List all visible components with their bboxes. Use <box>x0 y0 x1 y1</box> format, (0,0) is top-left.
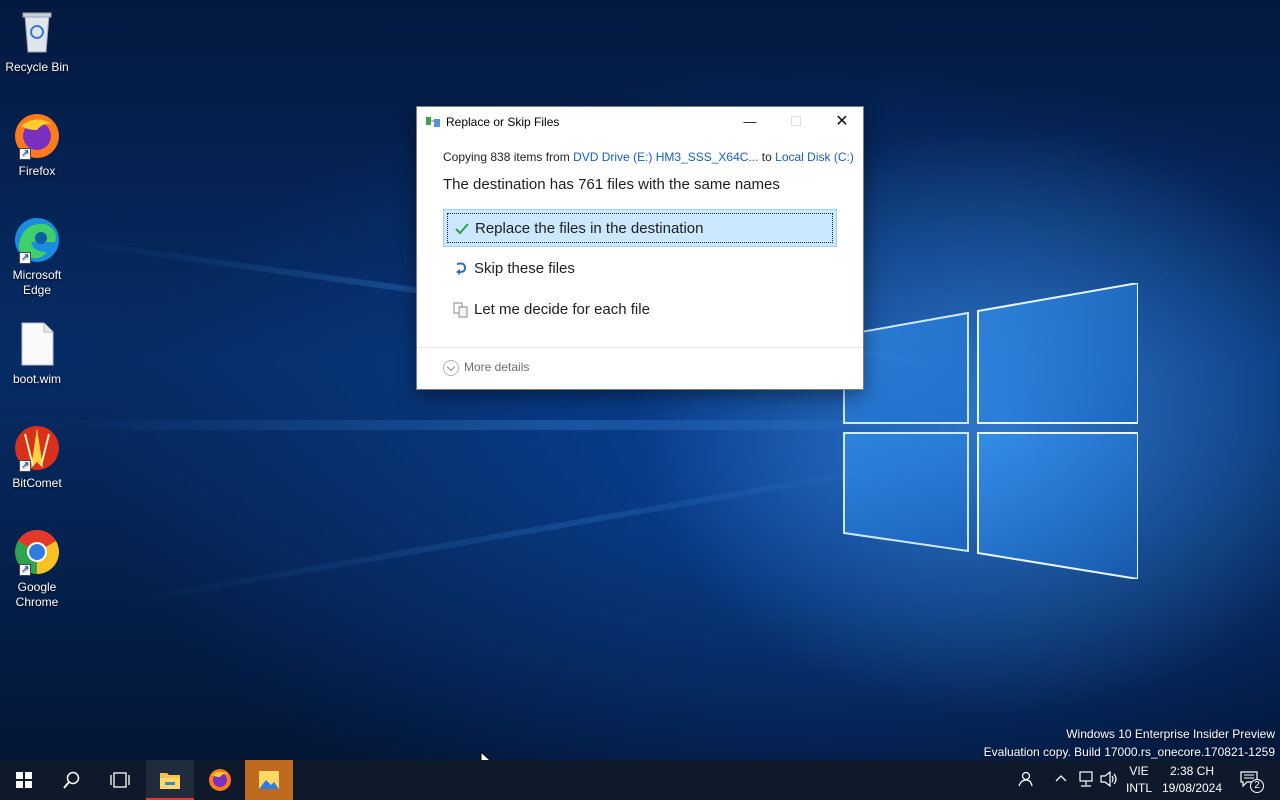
file-icon <box>13 320 61 368</box>
desktop-icon-label: Microsoft Edge <box>12 268 62 297</box>
close-icon: ✕ <box>835 113 849 130</box>
source-link[interactable]: DVD Drive (E:) HM3_SSS_X64C... <box>573 150 758 164</box>
watermark-build: Evaluation copy. Build 17000.rs_onecore.… <box>983 745 1275 759</box>
desktop-icon-boot-wim[interactable]: boot.wim <box>4 320 70 387</box>
chrome-icon <box>13 528 61 577</box>
recycle-bin-icon <box>13 8 61 56</box>
image-app-icon <box>259 771 279 789</box>
file-copy-icon <box>426 117 440 127</box>
file-explorer-icon <box>160 773 180 789</box>
clock-button[interactable]: 2:38 CH 19/08/2024 <box>1158 763 1226 797</box>
taskbar-file-explorer[interactable] <box>146 760 194 800</box>
desktop-icon-chrome[interactable]: Google Chrome <box>4 528 70 610</box>
show-hidden-icons-button[interactable] <box>1050 760 1072 800</box>
clock-date: 19/08/2024 <box>1161 781 1223 795</box>
maximize-icon: ☐ <box>790 114 802 129</box>
dialog-title: Replace or Skip Files <box>446 115 560 129</box>
minimize-icon: — <box>743 114 757 129</box>
light-ray <box>40 420 940 430</box>
speaker-icon <box>1100 771 1117 787</box>
firefox-icon <box>209 769 231 791</box>
desktop-icon-recycle-bin[interactable]: Recycle Bin <box>4 8 70 75</box>
people-button[interactable] <box>1012 760 1038 800</box>
copy-summary: Copying 838 items from DVD Drive (E:) HM… <box>443 150 854 164</box>
clock-time: 2:38 CH <box>1169 764 1215 778</box>
input-language-button[interactable]: VIE INTL <box>1122 763 1156 797</box>
chevron-down-icon <box>443 360 459 376</box>
check-icon <box>455 223 469 235</box>
windows-start-icon <box>16 772 32 788</box>
dialog-divider <box>417 347 863 348</box>
desktop-icon-label: BitComet <box>12 476 62 490</box>
watermark-edition: Windows 10 Enterprise Insider Preview <box>1066 727 1275 741</box>
language-code: VIE <box>1129 764 1149 778</box>
desktop-icon-edge[interactable]: Microsoft Edge <box>4 216 70 298</box>
task-view-button[interactable] <box>96 760 144 800</box>
volume-button[interactable] <box>1098 760 1120 800</box>
close-button[interactable]: ✕ <box>819 107 865 137</box>
network-button[interactable] <box>1074 760 1096 800</box>
skip-icon <box>456 262 467 275</box>
skip-files-option[interactable]: Skip these files <box>443 250 837 288</box>
firefox-icon <box>13 112 61 161</box>
notification-count-badge: 2 <box>1250 779 1264 793</box>
compare-icon <box>453 302 468 318</box>
keyboard-layout: INTL <box>1125 781 1152 795</box>
shortcut-arrow-icon <box>19 562 31 577</box>
replace-or-skip-dialog: Replace or Skip Files — ☐ ✕ Copying 838 … <box>416 106 864 390</box>
option-label: Let me decide for each file <box>474 301 650 318</box>
shortcut-arrow-icon <box>19 250 31 265</box>
taskbar-firefox[interactable] <box>196 760 244 800</box>
action-center-button[interactable]: 2 <box>1232 760 1272 800</box>
search-button[interactable] <box>48 760 96 800</box>
edge-icon <box>13 216 61 265</box>
conflict-heading: The destination has 761 files with the s… <box>443 176 780 193</box>
copy-mid: to <box>758 150 776 164</box>
desktop-icon-label: boot.wim <box>12 372 62 386</box>
bitcomet-icon <box>13 424 61 473</box>
light-ray <box>119 461 909 606</box>
desktop-icon-label: Google Chrome <box>15 580 59 609</box>
search-icon <box>63 771 80 789</box>
desktop-icon-label: Recycle Bin <box>5 60 69 74</box>
task-view-icon <box>110 772 130 788</box>
dialog-titlebar[interactable]: Replace or Skip Files — ☐ ✕ <box>417 107 863 137</box>
maximize-button: ☐ <box>773 107 819 137</box>
taskbar-app[interactable] <box>245 760 293 800</box>
shortcut-arrow-icon <box>19 146 31 161</box>
taskbar: VIE INTL 2:38 CH 19/08/2024 2 <box>0 760 1280 800</box>
minimize-button[interactable]: — <box>727 107 773 137</box>
decide-each-file-option[interactable]: Let me decide for each file <box>443 291 837 329</box>
windows-logo <box>843 283 1138 579</box>
more-details-label: More details <box>464 360 530 375</box>
desktop-icon-label: Firefox <box>18 164 56 178</box>
desktop-icon-firefox[interactable]: Firefox <box>4 112 70 179</box>
more-details-button[interactable]: More details <box>443 360 529 376</box>
replace-files-option[interactable]: Replace the files in the destination <box>443 209 837 247</box>
shortcut-arrow-icon <box>19 458 31 473</box>
destination-link[interactable]: Local Disk (C:) <box>775 150 854 164</box>
network-icon <box>1079 771 1093 787</box>
people-icon <box>1018 771 1033 787</box>
option-label: Skip these files <box>474 260 575 277</box>
start-button[interactable] <box>0 760 48 800</box>
copy-prefix: Copying 838 items from <box>443 150 574 164</box>
option-label: Replace the files in the destination <box>475 220 704 237</box>
chevron-up-icon <box>1055 775 1067 782</box>
desktop-icon-bitcomet[interactable]: BitComet <box>4 424 70 491</box>
